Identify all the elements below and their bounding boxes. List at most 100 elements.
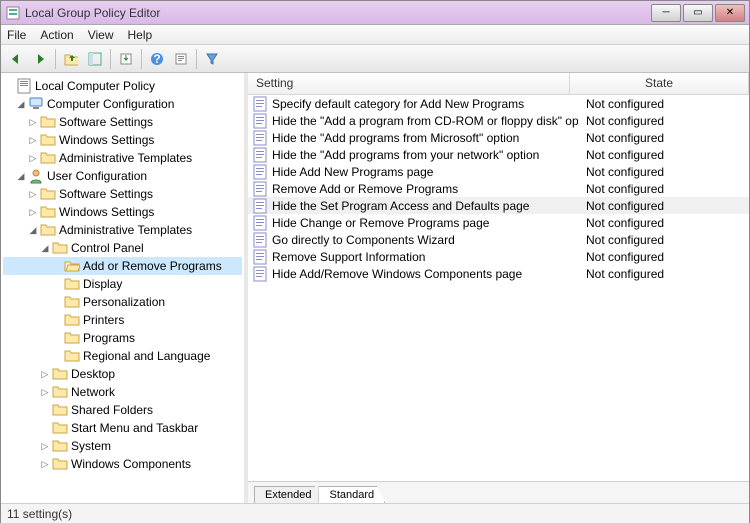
list-header: Setting State — [248, 73, 749, 95]
list-row[interactable]: Go directly to Components Wizard Not conf… — [248, 231, 749, 248]
tree-item[interactable]: Display — [3, 275, 242, 293]
tab-standard[interactable]: Standard — [318, 486, 385, 503]
tab-extended[interactable]: Extended — [254, 486, 322, 503]
tree-item-selected[interactable]: Add or Remove Programs — [3, 257, 242, 275]
chevron-right-icon[interactable]: ▷ — [27, 116, 39, 128]
list-row[interactable]: Hide the Set Program Access and Defaults… — [248, 197, 749, 214]
chevron-right-icon[interactable]: ▷ — [27, 152, 39, 164]
column-header-state[interactable]: State — [570, 73, 749, 94]
list-row[interactable]: Remove Add or Remove ProgramsNot configu… — [248, 180, 749, 197]
tree-item[interactable]: Printers — [3, 311, 242, 329]
list-row[interactable]: Remove Support Information Not configured — [248, 248, 749, 265]
maximize-button[interactable]: ▭ — [683, 4, 713, 22]
tree-item[interactable]: ◢Control Panel — [3, 239, 242, 257]
list-row[interactable]: Hide the "Add programs from Microsoft" o… — [248, 129, 749, 146]
folder-icon — [52, 240, 68, 256]
up-button[interactable] — [60, 48, 82, 70]
row-state-text: Not configured — [578, 233, 749, 247]
chevron-right-icon[interactable]: ▷ — [39, 458, 51, 470]
column-header-setting[interactable]: Setting — [248, 73, 570, 94]
chevron-right-icon[interactable]: ▷ — [27, 188, 39, 200]
setting-icon — [252, 164, 268, 180]
tree-item[interactable]: ▷ Windows Settings — [3, 131, 242, 149]
computer-icon — [28, 96, 44, 112]
tree-item[interactable]: Start Menu and Taskbar — [3, 419, 242, 437]
list-row[interactable]: Hide Add/Remove Windows Components pageN… — [248, 265, 749, 282]
tree-item[interactable]: Regional and Language — [3, 347, 242, 365]
export-button[interactable] — [115, 48, 137, 70]
tree-label: System — [71, 439, 115, 453]
tree-label: Shared Folders — [71, 403, 157, 417]
tree-body[interactable]: Local Computer Policy ◢ Computer Configu… — [1, 73, 244, 503]
chevron-down-icon[interactable] — [3, 80, 15, 92]
tree-item[interactable]: ▷Windows Components — [3, 455, 242, 473]
tree-label: Computer Configuration — [47, 97, 178, 111]
minimize-button[interactable]: ─ — [651, 4, 681, 22]
row-setting-text: Hide Change or Remove Programs page — [272, 216, 489, 230]
tree-label: Administrative Templates — [59, 223, 196, 237]
tree-item[interactable]: ▷Network — [3, 383, 242, 401]
tree-item[interactable]: Personalization — [3, 293, 242, 311]
chevron-right-icon[interactable]: ▷ — [39, 386, 51, 398]
tree-label: Windows Settings — [59, 133, 158, 147]
folder-icon — [64, 276, 80, 292]
separator — [141, 49, 142, 69]
status-bar: 11 setting(s) — [1, 503, 749, 523]
tree-item[interactable]: ▷Software Settings — [3, 185, 242, 203]
chevron-down-icon[interactable]: ◢ — [15, 98, 27, 110]
tree-label: Add or Remove Programs — [83, 259, 226, 273]
tree-item[interactable]: ▷Software Settings — [3, 113, 242, 131]
row-setting-text: Hide Add New Programs page — [272, 165, 433, 179]
chevron-right-icon[interactable]: ▷ — [27, 206, 39, 218]
list-row[interactable]: Specify default category for Add New Pro… — [248, 95, 749, 112]
tree-computer-configuration[interactable]: ◢ Computer Configuration — [3, 95, 242, 113]
list-pane: Setting State Specify default category f… — [248, 73, 749, 503]
chevron-right-icon[interactable]: ▷ — [39, 440, 51, 452]
folder-icon — [52, 456, 68, 472]
chevron-down-icon[interactable]: ◢ — [15, 170, 27, 182]
tree-item[interactable]: ▷Administrative Templates — [3, 149, 242, 167]
chevron-down-icon[interactable]: ◢ — [27, 224, 39, 236]
tree-item[interactable]: Shared Folders — [3, 401, 242, 419]
tree-item[interactable]: ▷ System — [3, 437, 242, 455]
close-button[interactable]: ✕ — [715, 4, 745, 22]
tree-user-configuration[interactable]: ◢ User Configuration — [3, 167, 242, 185]
menu-help[interactable]: Help — [128, 28, 153, 42]
row-setting-text: Go directly to Components Wizard — [272, 233, 455, 247]
separator — [196, 49, 197, 69]
folder-icon — [52, 366, 68, 382]
folder-icon — [52, 402, 68, 418]
list-row[interactable]: Hide the "Add programs from your network… — [248, 146, 749, 163]
forward-button[interactable] — [29, 48, 51, 70]
tree-item[interactable]: Programs — [3, 329, 242, 347]
row-state-text: Not configured — [578, 250, 749, 264]
folder-icon — [64, 330, 80, 346]
list-body[interactable]: Specify default category for Add New Pro… — [248, 95, 749, 481]
tree-item[interactable]: ▷Windows Settings — [3, 203, 242, 221]
tree-item[interactable]: ▷Desktop — [3, 365, 242, 383]
menu-action[interactable]: Action — [40, 28, 73, 42]
menu-file[interactable]: File — [7, 28, 26, 42]
list-row[interactable]: Hide Add New Programs page Not configured — [248, 163, 749, 180]
back-button[interactable] — [5, 48, 27, 70]
chevron-right-icon[interactable]: ▷ — [39, 368, 51, 380]
show-hide-tree-button[interactable] — [84, 48, 106, 70]
row-setting-text: Remove Support Information — [272, 250, 425, 264]
status-text: 11 setting(s) — [7, 507, 72, 521]
chevron-right-icon[interactable]: ▷ — [27, 134, 39, 146]
menu-view[interactable]: View — [88, 28, 114, 42]
row-state-text: Not configured — [578, 165, 749, 179]
folder-icon — [40, 186, 56, 202]
tree-pane: Local Computer Policy ◢ Computer Configu… — [1, 73, 248, 503]
properties-button[interactable] — [170, 48, 192, 70]
filter-button[interactable] — [201, 48, 223, 70]
tree-item[interactable]: ◢ Administrative Templates — [3, 221, 242, 239]
list-row[interactable]: Hide Change or Remove Programs pageNot c… — [248, 214, 749, 231]
menu-bar: File Action View Help — [1, 25, 749, 45]
chevron-down-icon[interactable]: ◢ — [39, 242, 51, 254]
folder-icon — [40, 204, 56, 220]
tree-label: Printers — [83, 313, 128, 327]
list-row[interactable]: Hide the "Add a program from CD-ROM or f… — [248, 112, 749, 129]
tree-root[interactable]: Local Computer Policy — [3, 77, 242, 95]
help-button[interactable]: ? — [146, 48, 168, 70]
